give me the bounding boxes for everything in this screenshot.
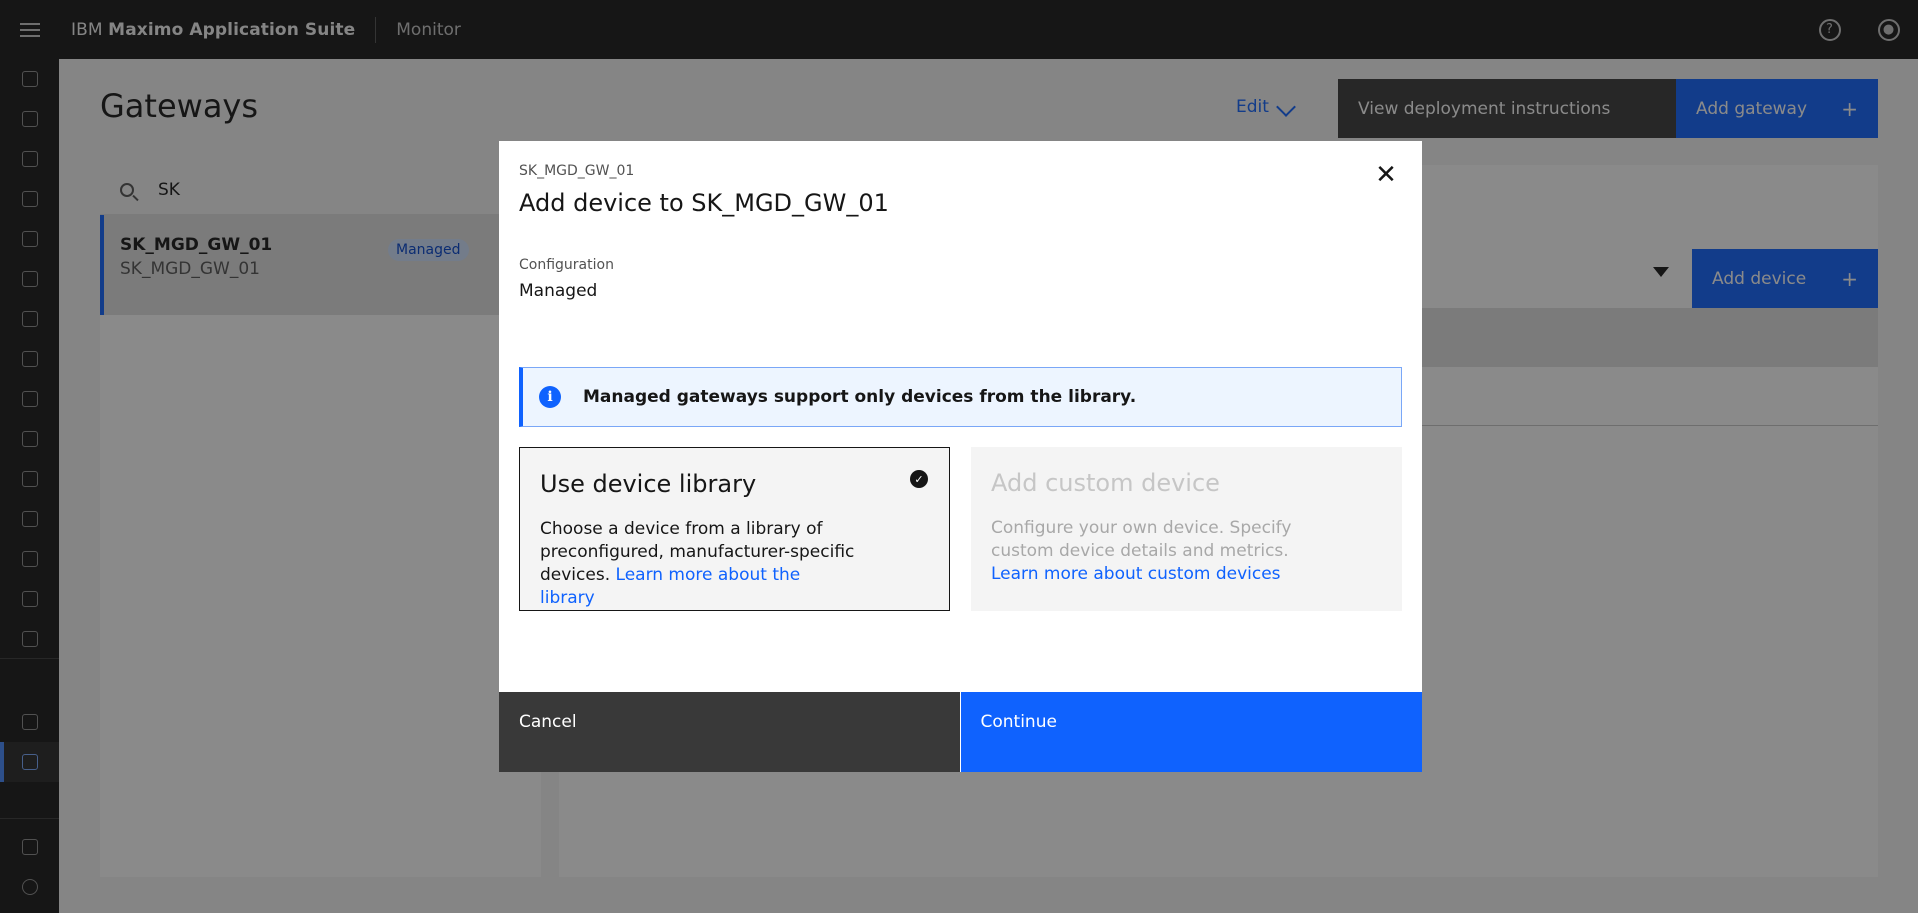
close-button[interactable]: ✕ bbox=[1362, 151, 1410, 199]
modal-footer: Cancel Continue bbox=[499, 692, 1422, 772]
use-device-library-tile[interactable]: Use device library ✓ Choose a device fro… bbox=[519, 447, 950, 611]
learn-more-custom-link[interactable]: Learn more about custom devices bbox=[991, 564, 1281, 584]
add-device-modal: SK_MGD_GW_01 Add device to SK_MGD_GW_01 … bbox=[499, 141, 1422, 772]
close-icon: ✕ bbox=[1375, 160, 1397, 190]
checkmark-icon: ✓ bbox=[910, 470, 928, 488]
tile-description: Choose a device from a library of precon… bbox=[540, 518, 860, 610]
tile-description: Configure your own device. Specify custo… bbox=[991, 517, 1311, 586]
configuration-value: Managed bbox=[519, 281, 598, 301]
tile-desc-text: Configure your own device. Specify custo… bbox=[991, 518, 1292, 561]
tile-title: Use device library bbox=[540, 470, 757, 498]
notification-text: Managed gateways support only devices fr… bbox=[583, 387, 1137, 407]
tile-title: Add custom device bbox=[991, 469, 1220, 497]
add-custom-device-tile[interactable]: Add custom device Configure your own dev… bbox=[971, 447, 1402, 611]
continue-button[interactable]: Continue bbox=[960, 692, 1422, 772]
modal-label: SK_MGD_GW_01 bbox=[519, 163, 635, 179]
modal-title: Add device to SK_MGD_GW_01 bbox=[519, 189, 889, 217]
configuration-label: Configuration bbox=[519, 257, 614, 273]
cancel-button[interactable]: Cancel bbox=[499, 692, 960, 772]
info-icon: i bbox=[539, 386, 561, 408]
info-notification: i Managed gateways support only devices … bbox=[519, 367, 1402, 427]
